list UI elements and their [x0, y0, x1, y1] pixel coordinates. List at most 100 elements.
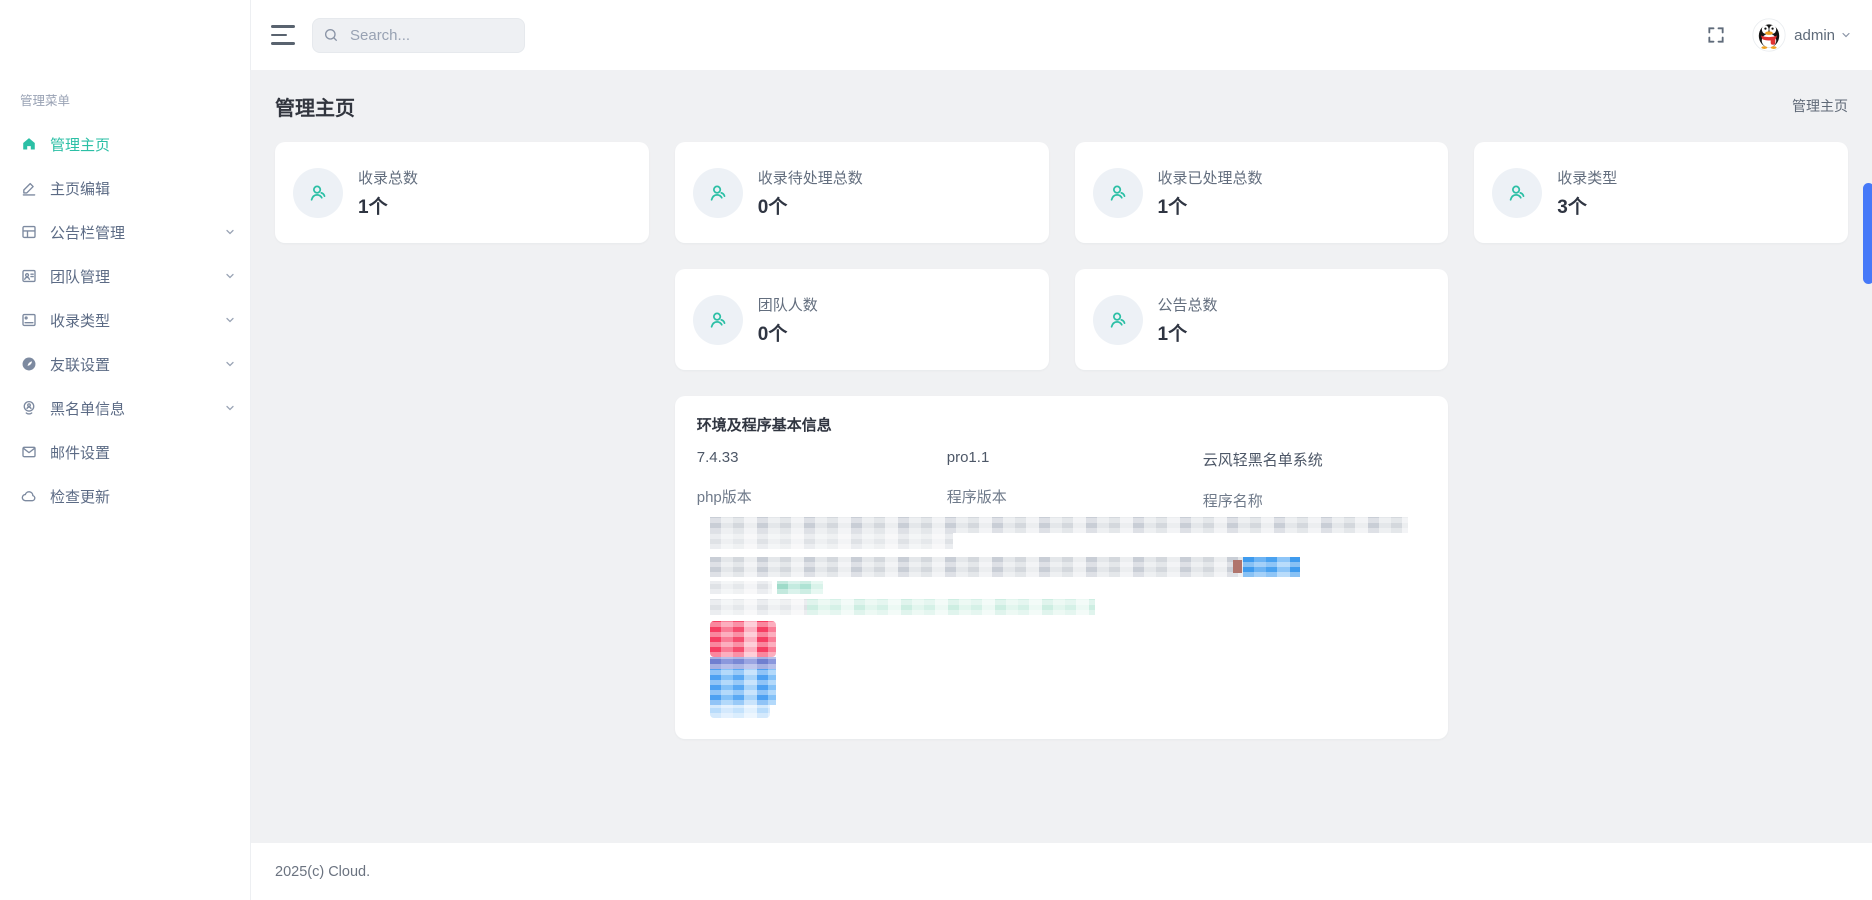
info-field: pro1.1 程序版本 — [947, 449, 1203, 511]
stat-label: 收录待处理总数 — [758, 167, 863, 188]
info-card-title: 环境及程序基本信息 — [697, 414, 1427, 435]
search-icon — [323, 27, 339, 43]
info-field-value: pro1.1 — [947, 449, 1203, 466]
sidebar-item-label: 检查更新 — [50, 486, 110, 507]
redacted-line — [807, 599, 1095, 615]
user-icon — [693, 295, 743, 345]
sidebar-item-3[interactable]: 团队管理 — [0, 254, 250, 298]
sidebar-item-2[interactable]: 公告栏管理 — [0, 210, 250, 254]
sidebar-item-label: 公告栏管理 — [50, 222, 125, 243]
breadcrumb[interactable]: 管理主页 — [1792, 96, 1848, 116]
redacted-line — [710, 533, 953, 549]
user-icon — [1093, 168, 1143, 218]
redacted-line — [710, 581, 772, 594]
top-header: admin — [251, 0, 1872, 70]
info-field-label: 程序名称 — [1203, 490, 1427, 511]
avatar[interactable] — [1752, 18, 1786, 52]
redacted-line — [710, 705, 770, 718]
board-icon — [20, 223, 38, 241]
search-input[interactable] — [348, 26, 512, 45]
cloud-icon — [20, 487, 38, 505]
user-menu[interactable]: admin — [1752, 18, 1852, 52]
copyright-text: 2025(c) Cloud. — [275, 864, 370, 880]
redacted-red-button[interactable] — [710, 621, 776, 657]
sidebar-item-1[interactable]: 主页编辑 — [0, 166, 250, 210]
chevron-down-icon[interactable] — [224, 402, 236, 414]
sidebar-item-6[interactable]: 黑名单信息 — [0, 386, 250, 430]
username-label[interactable]: admin — [1794, 27, 1835, 44]
stat-card: 公告总数 1个 — [1075, 269, 1449, 370]
stat-card: 收录类型 3个 — [1474, 142, 1848, 243]
redacted-line — [710, 599, 807, 615]
sidebar-item-7[interactable]: 邮件设置 — [0, 430, 250, 474]
info-field-label: php版本 — [697, 486, 947, 507]
chevron-down-icon[interactable] — [224, 314, 236, 326]
chevron-down-icon[interactable] — [224, 270, 236, 282]
sidebar-item-5[interactable]: 友联设置 — [0, 342, 250, 386]
sidebar-section-title: 管理菜单 — [0, 0, 250, 106]
sidebar-item-label: 主页编辑 — [50, 178, 110, 199]
stat-label: 收录总数 — [358, 167, 418, 188]
stat-value: 1个 — [1158, 192, 1263, 219]
info-field-value: 7.4.33 — [697, 449, 947, 466]
sidebar: 管理菜单 管理主页 主页编辑 公告栏管理 团队管理 收录类型 友联设置 — [0, 0, 251, 900]
edit-icon — [20, 179, 38, 197]
chevron-down-icon — [1840, 29, 1852, 41]
stat-value: 1个 — [1158, 319, 1218, 346]
menu-fold-icon[interactable] — [271, 24, 295, 46]
user-icon — [293, 168, 343, 218]
location-icon — [20, 399, 38, 417]
sidebar-item-label: 邮件设置 — [50, 442, 110, 463]
stat-value: 3个 — [1557, 192, 1617, 219]
chevron-down-icon[interactable] — [224, 358, 236, 370]
info-field-value: 云风轻黑名单系统 — [1203, 449, 1427, 470]
redacted-line — [710, 657, 776, 669]
postcard-icon — [20, 311, 38, 329]
user-icon — [693, 168, 743, 218]
admin-dashboard-page: 管理菜单 管理主页 主页编辑 公告栏管理 团队管理 收录类型 友联设置 — [0, 0, 1872, 900]
user-icon — [1093, 295, 1143, 345]
info-field-label: 程序版本 — [947, 486, 1203, 507]
page-title: 管理主页 — [275, 92, 355, 121]
user-icon — [1492, 168, 1542, 218]
stat-label: 公告总数 — [1158, 294, 1218, 315]
redacted-pixel — [1233, 560, 1242, 573]
stat-card: 收录已处理总数 1个 — [1075, 142, 1449, 243]
stat-label: 团队人数 — [758, 294, 818, 315]
sidebar-menu: 管理主页 主页编辑 公告栏管理 团队管理 收录类型 友联设置 — [0, 122, 250, 518]
sidebar-item-4[interactable]: 收录类型 — [0, 298, 250, 342]
scrollbar-thumb[interactable] — [1863, 183, 1872, 284]
redacted-line — [777, 581, 823, 594]
sidebar-item-label: 友联设置 — [50, 354, 110, 375]
main-content: 管理主页 管理主页 收录总数 1个 收录待处理总数 0个 — [251, 70, 1872, 843]
sidebar-item-label: 团队管理 — [50, 266, 110, 287]
home-icon — [20, 135, 38, 153]
stat-value: 0个 — [758, 319, 818, 346]
sidebar-item-0[interactable]: 管理主页 — [0, 122, 250, 166]
sidebar-item-8[interactable]: 检查更新 — [0, 474, 250, 518]
search-box[interactable] — [312, 18, 525, 53]
stat-value: 0个 — [758, 192, 863, 219]
info-field: 7.4.33 php版本 — [697, 449, 947, 511]
stat-label: 收录已处理总数 — [1158, 167, 1263, 188]
sidebar-item-label: 黑名单信息 — [50, 398, 125, 419]
stat-label: 收录类型 — [1557, 167, 1617, 188]
team-icon — [20, 267, 38, 285]
stat-card: 收录待处理总数 0个 — [675, 142, 1049, 243]
redacted-line — [710, 557, 1298, 577]
redacted-link — [1243, 557, 1300, 577]
chevron-down-icon[interactable] — [224, 226, 236, 238]
mail-icon — [20, 443, 38, 461]
compass-icon — [20, 355, 38, 373]
stat-value: 1个 — [358, 192, 418, 219]
stat-card: 团队人数 0个 — [675, 269, 1049, 370]
stats-grid: 收录总数 1个 收录待处理总数 0个 收录已处理总数 1个 — [275, 142, 1848, 370]
info-field: 云风轻黑名单系统 程序名称 — [1203, 449, 1427, 511]
redacted-content — [697, 517, 1427, 719]
stat-card: 收录总数 1个 — [275, 142, 649, 243]
redacted-blue-button[interactable] — [710, 669, 776, 705]
fullscreen-icon[interactable] — [1706, 24, 1728, 46]
redacted-line — [710, 517, 1408, 533]
sidebar-item-label: 管理主页 — [50, 134, 110, 155]
sidebar-item-label: 收录类型 — [50, 310, 110, 331]
